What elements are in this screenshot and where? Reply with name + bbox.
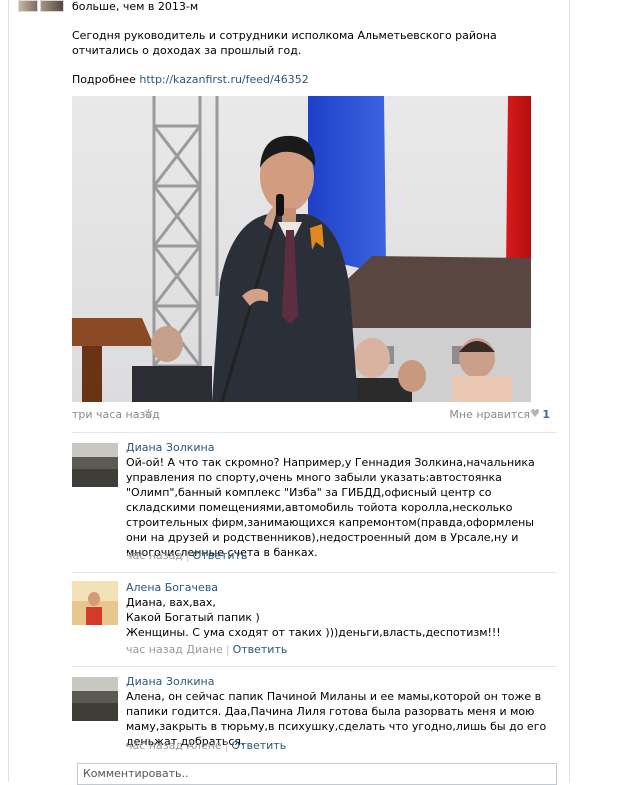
post-title-tail: больше, чем в 2013-м	[72, 0, 199, 13]
reply-button[interactable]: Ответить	[231, 739, 286, 752]
reply-button[interactable]: Ответить	[193, 549, 248, 562]
avatar-image	[72, 677, 118, 721]
more-line: Подробнее http://kazanfirst.ru/feed/4635…	[72, 73, 309, 86]
comment-time[interactable]: час назад Диане	[126, 643, 223, 656]
author-avatar-secondary[interactable]	[40, 0, 64, 12]
comment-item: Диана Золкина Ой-ой! А что так скромно? …	[72, 432, 557, 568]
comment-time[interactable]: час назад Алене	[126, 739, 222, 752]
separator: |	[224, 739, 229, 752]
comment-input[interactable]	[78, 764, 558, 782]
commenter-name[interactable]: Диана Золкина	[126, 441, 214, 454]
separator: |	[185, 549, 190, 562]
comment-item: Алена Богачева Диана, вах,вах, Какой Бог…	[72, 572, 557, 665]
frame-border-left	[8, 0, 9, 782]
comment-text: Диана, вах,вах, Какой Богатый папик ) Же…	[126, 596, 501, 639]
separator: |	[225, 643, 230, 656]
post-meta: три часа назад ✲ Мне нравится ♥ 1	[72, 407, 552, 422]
comment-footer: час назад Диане | Ответить	[126, 643, 287, 656]
author-avatar[interactable]	[18, 0, 38, 12]
commenter-avatar[interactable]	[72, 443, 118, 487]
avatar-image	[72, 581, 118, 625]
post-text: Сегодня руководитель и сотрудники исполк…	[72, 29, 497, 57]
comment-footer: час назад | Ответить	[126, 549, 247, 562]
commenter-name[interactable]: Диана Золкина	[126, 675, 214, 688]
like-label[interactable]: Мне нравится	[449, 408, 530, 421]
photo-speaker-at-podium	[72, 96, 531, 402]
frame-border-right	[569, 0, 570, 782]
avatar-image	[72, 443, 118, 487]
commenter-name[interactable]: Алена Богачева	[126, 581, 218, 594]
gear-icon[interactable]: ✲	[144, 407, 153, 420]
comment-footer: час назад Алене | Ответить	[126, 739, 286, 752]
comment-time[interactable]: час назад	[126, 549, 183, 562]
more-label: Подробнее	[72, 73, 136, 86]
comment-text: Ой-ой! А что так скромно? Например,у Ген…	[126, 456, 535, 559]
source-link[interactable]: http://kazanfirst.ru/feed/46352	[139, 73, 308, 86]
like-count[interactable]: 1	[542, 408, 550, 421]
heart-icon[interactable]: ♥	[530, 407, 540, 420]
commenter-avatar[interactable]	[72, 581, 118, 625]
comment-item: Диана Золкина Алена, он сейчас папик Пач…	[72, 666, 557, 759]
post-photo[interactable]	[72, 96, 531, 402]
reply-button[interactable]: Ответить	[233, 643, 288, 656]
commenter-avatar[interactable]	[72, 677, 118, 721]
